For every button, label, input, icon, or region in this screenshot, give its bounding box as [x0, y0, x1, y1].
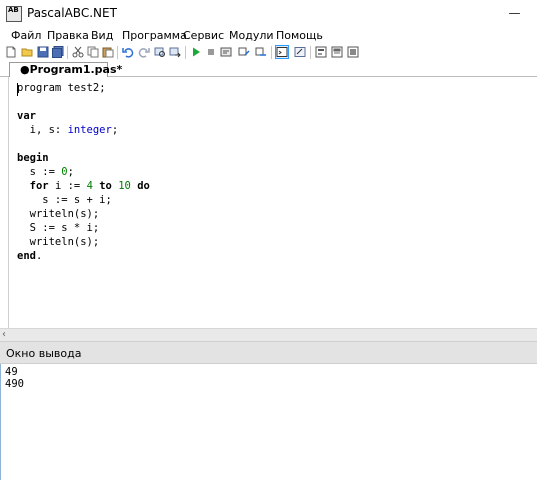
toolbar	[0, 45, 537, 61]
replace-icon[interactable]	[169, 46, 181, 58]
code-token: var	[17, 110, 36, 122]
editor-horizontal-scrollbar[interactable]: ‹	[0, 328, 537, 341]
code-line: writeln(s);	[17, 207, 100, 221]
find-icon[interactable]	[154, 46, 166, 58]
code-token: i :=	[48, 180, 87, 192]
code-token: ;	[67, 166, 74, 178]
code-line: end.	[17, 249, 42, 263]
step-over-icon[interactable]	[238, 46, 250, 58]
menu-help[interactable]: Помощь	[276, 29, 323, 42]
toolbar-separator	[185, 46, 186, 59]
watch-window-icon[interactable]	[294, 46, 306, 58]
toolbar-separator	[310, 46, 311, 59]
pascalabc-app-icon: AB	[6, 6, 22, 22]
code-token: writeln(s);	[17, 208, 100, 220]
cut-icon[interactable]	[72, 46, 84, 58]
title-bar: AB PascalABC.NET —	[0, 0, 537, 27]
undo-icon[interactable]	[122, 46, 134, 58]
copy-icon[interactable]	[87, 46, 99, 58]
stop-icon[interactable]	[205, 46, 217, 58]
form-designer-icon[interactable]	[315, 46, 327, 58]
code-token: s :=	[17, 166, 62, 178]
toolbar-separator	[271, 46, 272, 59]
code-token: end	[17, 250, 36, 262]
menu-edit[interactable]: Правка	[47, 29, 89, 42]
build-icon[interactable]	[347, 46, 359, 58]
code-token: ;	[111, 124, 119, 136]
output-panel-title: Окно вывода	[6, 347, 82, 360]
menu-file[interactable]: Файл	[11, 29, 41, 42]
redo-icon[interactable]	[138, 46, 150, 58]
debug-icon[interactable]	[220, 46, 232, 58]
menu-program[interactable]: Программа	[122, 29, 187, 42]
code-token: .	[35, 250, 43, 262]
minimize-button[interactable]: —	[492, 0, 537, 27]
code-line: s := s + i;	[17, 193, 112, 207]
code-token: writeln(s);	[17, 236, 100, 248]
tab-program1[interactable]: ●Program1.pas*	[9, 62, 122, 78]
code-line: program test2;	[17, 81, 106, 95]
output-window-icon[interactable]	[275, 45, 289, 59]
code-token: integer	[67, 124, 112, 136]
window-title: PascalABC.NET	[27, 6, 117, 20]
code-line: i, s: integer;	[17, 123, 119, 137]
menu-view[interactable]: Вид	[91, 29, 113, 42]
code-token: 10	[118, 180, 131, 192]
output-panel-header: Окно вывода	[0, 341, 537, 364]
editor-tab-strip: ●Program1.pas*	[0, 61, 537, 78]
code-token: test2;	[61, 82, 106, 94]
toolbar-separator	[117, 46, 118, 59]
code-token: program	[17, 82, 62, 94]
toolbar-separator	[67, 46, 68, 59]
code-token: to	[99, 180, 112, 192]
compile-icon[interactable]	[331, 46, 343, 58]
output-line: 49	[5, 366, 18, 378]
scroll-left-arrow-icon[interactable]: ‹	[2, 329, 12, 341]
code-token: do	[137, 180, 150, 192]
menu-modules[interactable]: Модули	[229, 29, 274, 42]
output-window[interactable]: 49 490	[0, 364, 537, 480]
run-icon[interactable]	[190, 46, 202, 58]
code-line: S := s * i;	[17, 221, 100, 235]
code-editor[interactable]: program test2; var i, s: integer; begin s …	[8, 77, 537, 328]
code-line: var	[17, 109, 36, 123]
code-token: begin	[17, 152, 49, 164]
output-line: 490	[5, 378, 24, 390]
new-file-icon[interactable]	[5, 46, 17, 58]
paste-icon[interactable]	[102, 46, 114, 58]
step-into-icon[interactable]	[255, 46, 267, 58]
code-token: for	[29, 180, 49, 192]
code-token: i, s:	[17, 124, 68, 136]
save-all-icon[interactable]	[52, 46, 64, 58]
code-token: S := s * i;	[17, 222, 100, 234]
code-line: begin	[17, 151, 49, 165]
code-line: writeln(s);	[17, 235, 100, 249]
save-icon[interactable]	[37, 46, 49, 58]
window-edge	[0, 364, 1, 480]
code-line: for i := 4 to 10 do	[17, 179, 150, 193]
open-file-icon[interactable]	[21, 46, 33, 58]
code-token: s := s + i;	[17, 194, 112, 206]
menu-service[interactable]: Сервис	[183, 29, 224, 42]
menu-bar: Файл Правка Вид Программа Сервис Модули …	[0, 27, 537, 45]
code-line: s := 0;	[17, 165, 74, 179]
